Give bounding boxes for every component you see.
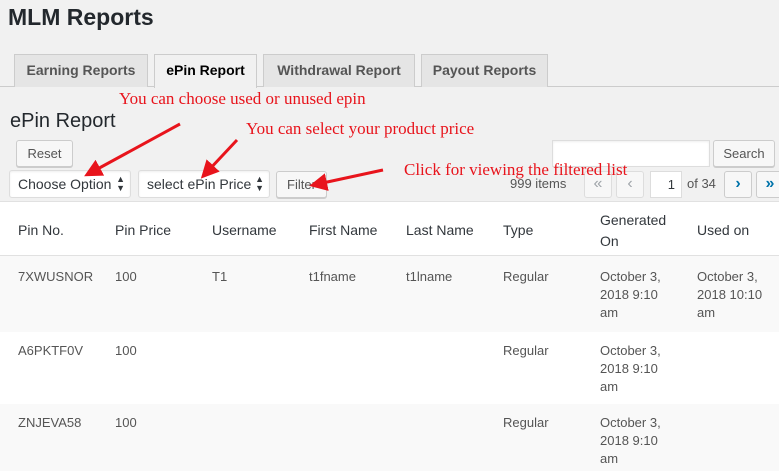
column-header-type[interactable]: Type <box>503 220 533 241</box>
filter-button[interactable]: Filter <box>276 171 327 198</box>
column-header-first-name[interactable]: First Name <box>309 220 377 241</box>
next-page-button[interactable]: › <box>724 171 752 198</box>
column-header-pin-no[interactable]: Pin No. <box>18 220 64 241</box>
search-button[interactable]: Search <box>713 140 775 167</box>
page-of-text: of 34 <box>687 176 716 191</box>
cell-type: Regular <box>503 343 549 358</box>
table-row: A6PKTF0V 100 Regular October 3, 2018 9:1… <box>0 332 779 404</box>
annotation-product-price: You can select your product price <box>246 119 475 138</box>
last-page-button[interactable]: » <box>756 171 779 198</box>
tab-withdrawal-report[interactable]: Withdrawal Report <box>263 54 415 87</box>
cell-pin-no: ZNJEVA58 <box>18 415 82 430</box>
cell-type: Regular <box>503 269 549 284</box>
column-header-last-name[interactable]: Last Name <box>406 220 474 241</box>
cell-pin-no: 7XWUSNOR <box>18 269 94 284</box>
cell-type: Regular <box>503 415 549 430</box>
table-row: ZNJEVA58 100 Regular October 3, 2018 9:1… <box>0 404 779 471</box>
arrow-to-price-select <box>200 138 239 179</box>
tab-epin-report[interactable]: ePin Report <box>154 54 257 88</box>
cell-pin-price: 100 <box>115 415 137 430</box>
cell-pin-price: 100 <box>115 269 137 284</box>
cell-last-name: t1lname <box>406 269 453 284</box>
table-header-row: Pin No. Pin Price Username First Name La… <box>0 202 779 256</box>
annotation-filtered-list: Click for viewing the filtered list <box>404 160 628 179</box>
cell-pin-price: 100 <box>115 343 137 358</box>
status-select[interactable]: Choose Option ▲ ▼ <box>9 170 131 198</box>
table-row: 7XWUSNOR 100 T1 t1fname t1lname Regular … <box>0 256 779 332</box>
price-select[interactable]: select ePin Price ▲ ▼ <box>138 170 270 198</box>
select-arrows-icon: ▲ ▼ <box>116 174 125 193</box>
cell-used-on: October 3, 2018 10:10 am <box>697 269 763 320</box>
status-select-value: Choose Option <box>18 176 112 192</box>
reset-button[interactable]: Reset <box>16 140 73 167</box>
cell-pin-no: A6PKTF0V <box>18 343 84 358</box>
cell-generated-on: October 3, 2018 9:10 am <box>600 269 661 320</box>
cell-first-name: t1fname <box>309 269 356 284</box>
column-header-username[interactable]: Username <box>212 220 277 241</box>
price-select-value: select ePin Price <box>147 176 252 192</box>
epin-table: Pin No. Pin Price Username First Name La… <box>0 201 779 471</box>
select-arrows-icon: ▲ ▼ <box>255 174 264 193</box>
section-title: ePin Report <box>10 110 116 132</box>
page-title: MLM Reports <box>8 4 154 30</box>
column-header-used-on[interactable]: Used on <box>697 220 749 241</box>
arrow-to-filter-button <box>309 168 384 191</box>
cell-generated-on: October 3, 2018 9:10 am <box>600 343 661 394</box>
tab-payout-reports[interactable]: Payout Reports <box>421 54 548 87</box>
cell-username: T1 <box>212 269 228 284</box>
column-header-pin-price[interactable]: Pin Price <box>115 220 171 241</box>
tab-earning-reports[interactable]: Earning Reports <box>14 54 148 87</box>
annotation-used-unused: You can choose used or unused epin <box>119 89 366 108</box>
current-page-input[interactable]: 1 <box>650 171 682 198</box>
tab-bar: Earning Reports ePin Report Withdrawal R… <box>0 54 779 88</box>
column-header-generated-on[interactable]: Generated On <box>600 210 666 252</box>
cell-generated-on: October 3, 2018 9:10 am <box>600 415 661 466</box>
